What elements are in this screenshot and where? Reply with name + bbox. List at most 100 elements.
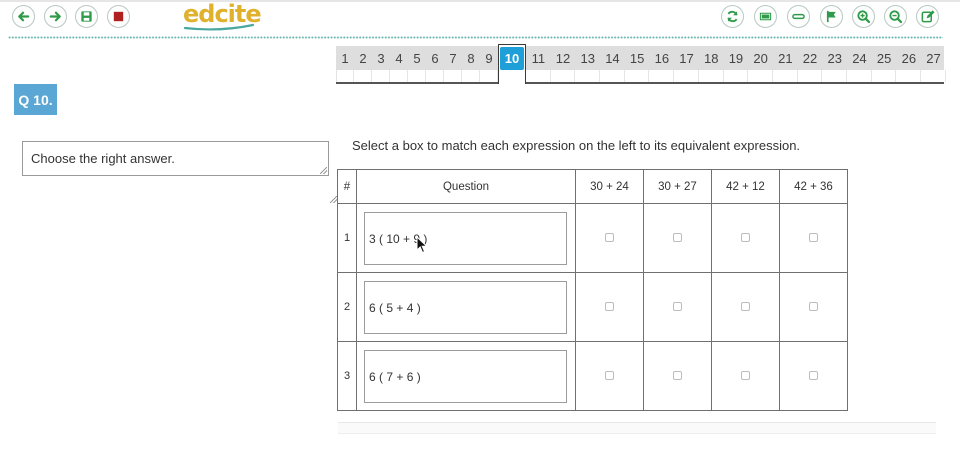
page-tab-7[interactable]: 7 xyxy=(444,46,462,70)
mouse-cursor-icon xyxy=(416,236,428,254)
page-tab-9[interactable]: 9 xyxy=(480,46,498,70)
table-row: 2 6 ( 5 + 4 ) xyxy=(337,272,848,342)
header-option: 30 + 24 xyxy=(575,169,644,204)
option-cell[interactable] xyxy=(575,203,644,273)
match-checkbox[interactable] xyxy=(605,371,614,381)
page-tab-26[interactable]: 26 xyxy=(897,46,922,70)
back-button[interactable] xyxy=(12,5,35,28)
top-border xyxy=(0,0,960,2)
option-cell[interactable] xyxy=(779,203,848,273)
page-tab-12[interactable]: 12 xyxy=(551,46,576,70)
bottom-scrollbar[interactable] xyxy=(338,422,936,434)
header-question: Question xyxy=(356,169,576,204)
flag-button[interactable] xyxy=(820,5,843,28)
match-checkbox[interactable] xyxy=(673,371,682,381)
option-cell[interactable] xyxy=(711,272,780,342)
page-tab-underline xyxy=(872,70,897,82)
option-cell[interactable] xyxy=(575,341,644,411)
option-cell[interactable] xyxy=(779,341,848,411)
page-tab-6[interactable]: 6 xyxy=(426,46,444,70)
page-tab-underline xyxy=(674,70,699,82)
match-checkbox[interactable] xyxy=(605,233,614,243)
match-checkbox[interactable] xyxy=(741,302,750,312)
header-option: 42 + 36 xyxy=(779,169,848,204)
page-tab-17[interactable]: 17 xyxy=(674,46,699,70)
match-checkbox[interactable] xyxy=(673,233,682,243)
option-cell[interactable] xyxy=(643,272,712,342)
question-cell: 3 ( 10 + 9 ) xyxy=(356,203,576,273)
fullscreen-button[interactable] xyxy=(754,5,777,28)
stop-button[interactable] xyxy=(107,5,130,28)
expression-box[interactable]: 6 ( 5 + 4 ) xyxy=(364,280,567,334)
page-tab-2[interactable]: 2 xyxy=(354,46,372,70)
page-tab-3[interactable]: 3 xyxy=(372,46,390,70)
page-tab-22[interactable]: 22 xyxy=(798,46,823,70)
page-tab-16[interactable]: 16 xyxy=(650,46,675,70)
header-option: 30 + 27 xyxy=(643,169,712,204)
page-tab-20[interactable]: 20 xyxy=(748,46,773,70)
edcite-logo: edcite xyxy=(183,0,262,32)
dotted-divider xyxy=(8,36,943,39)
page-tab-underline xyxy=(822,70,848,82)
page-tab-27[interactable]: 27 xyxy=(921,46,946,70)
match-checkbox[interactable] xyxy=(809,371,818,381)
page-tab-15[interactable]: 15 xyxy=(625,46,650,70)
table-header-row: # Question 30 + 24 30 + 27 42 + 12 42 + … xyxy=(337,169,848,204)
header-number: # xyxy=(337,169,357,204)
resize-grip-icon[interactable] xyxy=(330,196,337,203)
page-tab-10[interactable]: 10 xyxy=(498,44,526,84)
page-tab-5[interactable]: 5 xyxy=(408,46,426,70)
page-tab-23[interactable]: 23 xyxy=(822,46,847,70)
page-tab-underline xyxy=(921,70,946,82)
page-tab-4[interactable]: 4 xyxy=(390,46,408,70)
answer-hint-box[interactable]: Choose the right answer. xyxy=(22,141,329,176)
page-tab-underline xyxy=(462,70,480,82)
option-cell[interactable] xyxy=(711,341,780,411)
eliminate-button[interactable] xyxy=(787,5,810,28)
zoom-in-button[interactable] xyxy=(852,5,875,28)
header-option: 42 + 12 xyxy=(711,169,780,204)
expression-box[interactable]: 6 ( 7 + 6 ) xyxy=(364,349,567,403)
minus-pill-icon xyxy=(792,13,805,20)
question-number-badge: Q 10. xyxy=(14,84,57,115)
option-cell[interactable] xyxy=(779,272,848,342)
page-tab-underline xyxy=(526,70,551,82)
page-tab-8[interactable]: 8 xyxy=(462,46,480,70)
expression-box[interactable]: 3 ( 10 + 9 ) xyxy=(364,211,567,265)
page-tab-11[interactable]: 11 xyxy=(526,46,551,70)
zoom-out-button[interactable] xyxy=(884,5,907,28)
match-checkbox[interactable] xyxy=(605,302,614,312)
page-tab-24[interactable]: 24 xyxy=(847,46,872,70)
page-tab-underline xyxy=(897,70,922,82)
page-tab-25[interactable]: 25 xyxy=(872,46,897,70)
page-tab-underline xyxy=(650,70,675,82)
match-checkbox[interactable] xyxy=(673,302,682,312)
match-checkbox[interactable] xyxy=(809,302,818,312)
save-button[interactable] xyxy=(75,5,98,28)
page-tab-underline xyxy=(551,70,576,82)
option-cell[interactable] xyxy=(643,341,712,411)
resize-grip-icon[interactable] xyxy=(320,167,327,174)
row-number: 2 xyxy=(337,272,357,342)
page-tab-1[interactable]: 1 xyxy=(336,46,354,70)
page-tab-14[interactable]: 14 xyxy=(600,46,625,70)
page-tab-13[interactable]: 13 xyxy=(575,46,600,70)
option-cell[interactable] xyxy=(643,203,712,273)
matching-table: # Question 30 + 24 30 + 27 42 + 12 42 + … xyxy=(337,169,848,411)
page-tab-underline xyxy=(444,70,462,82)
option-cell[interactable] xyxy=(711,203,780,273)
page-tab-underline xyxy=(408,70,426,82)
page-tab-underline xyxy=(426,70,444,82)
forward-button[interactable] xyxy=(44,5,67,28)
match-checkbox[interactable] xyxy=(741,233,750,243)
refresh-button[interactable] xyxy=(721,5,744,28)
match-checkbox[interactable] xyxy=(809,233,818,243)
option-cell[interactable] xyxy=(575,272,644,342)
edit-button[interactable] xyxy=(916,5,939,28)
question-pager: 1 2 3 4 5 6 7 8 9 10 11 12 13 14 15 16 17 18 19 20 21 22 23 24 2… xyxy=(336,44,946,84)
page-tab-underline xyxy=(372,70,390,82)
page-tab-21[interactable]: 21 xyxy=(773,46,798,70)
page-tab-18[interactable]: 18 xyxy=(699,46,724,70)
match-checkbox[interactable] xyxy=(741,371,750,381)
page-tab-19[interactable]: 19 xyxy=(724,46,749,70)
